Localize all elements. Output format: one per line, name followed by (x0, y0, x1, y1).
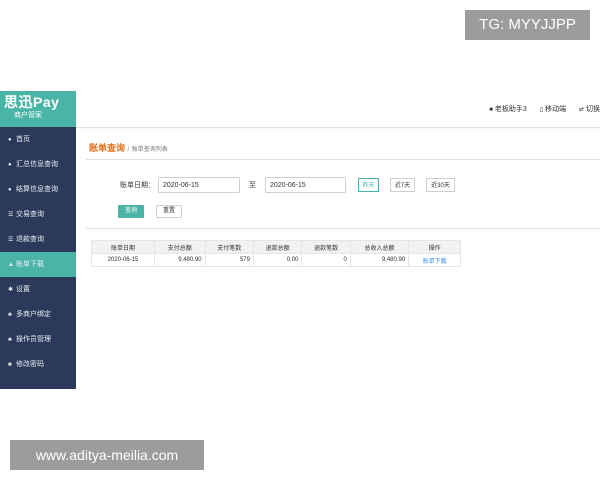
col-action: 操作 (408, 240, 461, 254)
end-date-input[interactable]: 2020-06-15 (265, 177, 346, 193)
home-icon: ● (8, 137, 12, 143)
breadcrumb-sub: 账单查询列表 (131, 147, 168, 153)
brand-name: 思迅Pay (4, 94, 60, 110)
col-bill-date: 账单日期 (91, 240, 155, 254)
cell-income-total: 9,480.90 (349, 253, 410, 267)
bill-table: 账单日期 支付总额 支付笔数 退款总额 退款笔数 总收入总额 操作 2020-0… (91, 240, 461, 267)
top-link-switch[interactable]: ⇄ 切换 (579, 104, 600, 114)
sidebar-item-settings[interactable]: ✱ 设置 (0, 277, 76, 302)
top-link-boss-assistant[interactable]: ■ 老板助手3 (489, 104, 527, 114)
main-content: 账单查询 / 账单查询列表 账单日期： 2020-06-15 至 2020-06… (76, 127, 600, 389)
site-watermark: www.aditya-meilia.com (10, 440, 204, 470)
quick-30days-button[interactable]: 近30天 (426, 178, 455, 192)
lock-icon: ■ (8, 362, 12, 368)
breadcrumb-current: 账单查询 (89, 143, 126, 153)
quick-7days-button[interactable]: 近7天 (390, 178, 415, 192)
tg-watermark: TG: MYYJJPP (465, 10, 590, 40)
cell-pay-total: 9,480.90 (153, 253, 206, 267)
top-bar: ■ 老板助手3 ▯ 移动端 ⇄ 切换 (76, 91, 600, 128)
date-range-to-label: 至 (249, 182, 256, 189)
refund-icon: ☰ (8, 237, 14, 243)
bill-date-label: 账单日期： (120, 182, 155, 189)
col-refund-count: 退款笔数 (301, 240, 351, 254)
merchants-icon: ♣ (8, 312, 12, 318)
sidebar-item-settlement[interactable]: ● 结算信息查询 (0, 177, 76, 202)
settlement-icon: ● (8, 187, 12, 193)
sidebar-item-multi-merchant[interactable]: ♣ 多商户绑定 (0, 302, 76, 327)
app-window: 思迅Pay 商户管家 ● 首页 ● 汇总信息查询 ● 结算信息查询 ☰ 交易查询 ☰ 退款… (0, 91, 600, 389)
breadcrumb-separator: / (127, 147, 130, 153)
top-link-mobile[interactable]: ▯ 移动端 (540, 104, 566, 114)
sidebar-item-bill-download[interactable]: ▲ 账单下载 (0, 252, 76, 277)
download-icon: ▲ (8, 262, 14, 268)
mobile-icon: ▯ (539, 107, 544, 113)
top-links: ■ 老板助手3 ▯ 移动端 ⇄ 切换 (478, 104, 600, 114)
list-icon: ☰ (8, 212, 14, 218)
col-refund-total: 退款总额 (252, 240, 303, 254)
cell-pay-count: 579 (204, 253, 254, 267)
sidebar-item-transactions[interactable]: ☰ 交易查询 (0, 202, 76, 227)
reset-button[interactable]: 重置 (156, 205, 182, 218)
table-row: 2020-06-15 9,480.90 579 0.00 0 9,480.90 … (91, 253, 461, 267)
col-income-total: 总收入总额 (349, 240, 410, 254)
breadcrumb: 账单查询 / 账单查询列表 (89, 141, 168, 154)
sidebar-item-refunds[interactable]: ☰ 退款查询 (0, 227, 76, 252)
sidebar-item-summary[interactable]: ● 汇总信息查询 (0, 152, 76, 177)
table-header-row: 账单日期 支付总额 支付笔数 退款总额 退款笔数 总收入总额 操作 (91, 240, 461, 254)
bill-download-link[interactable]: 账单下载 (408, 253, 461, 267)
start-date-input[interactable]: 2020-06-15 (158, 177, 240, 193)
brand-subtitle: 商户管家 (14, 112, 42, 119)
col-pay-total: 支付总额 (153, 240, 206, 254)
brand-logo: 思迅Pay 商户管家 (0, 91, 76, 127)
summary-icon: ● (8, 162, 12, 168)
sidebar: 思迅Pay 商户管家 ● 首页 ● 汇总信息查询 ● 结算信息查询 ☰ 交易查询 ☰ 退款… (0, 91, 76, 389)
breadcrumb-divider (86, 159, 600, 160)
settings-icon: ✱ (8, 287, 14, 293)
search-button[interactable]: 查询 (118, 205, 144, 218)
cell-bill-date: 2020-06-15 (91, 253, 155, 267)
sidebar-item-home[interactable]: ● 首页 (0, 127, 76, 152)
switch-icon: ⇄ (578, 107, 584, 113)
user-icon: ■ (489, 107, 493, 113)
sidebar-item-operators[interactable]: ♣ 操作员管理 (0, 327, 76, 352)
col-pay-count: 支付笔数 (204, 240, 254, 254)
cell-refund-total: 0.00 (252, 253, 303, 267)
cell-refund-count: 0 (301, 253, 351, 267)
sidebar-item-change-password[interactable]: ■ 修改密码 (0, 352, 76, 377)
quick-yesterday-button[interactable]: 昨天 (358, 178, 379, 192)
operators-icon: ♣ (8, 337, 12, 343)
filter-divider (86, 228, 600, 229)
